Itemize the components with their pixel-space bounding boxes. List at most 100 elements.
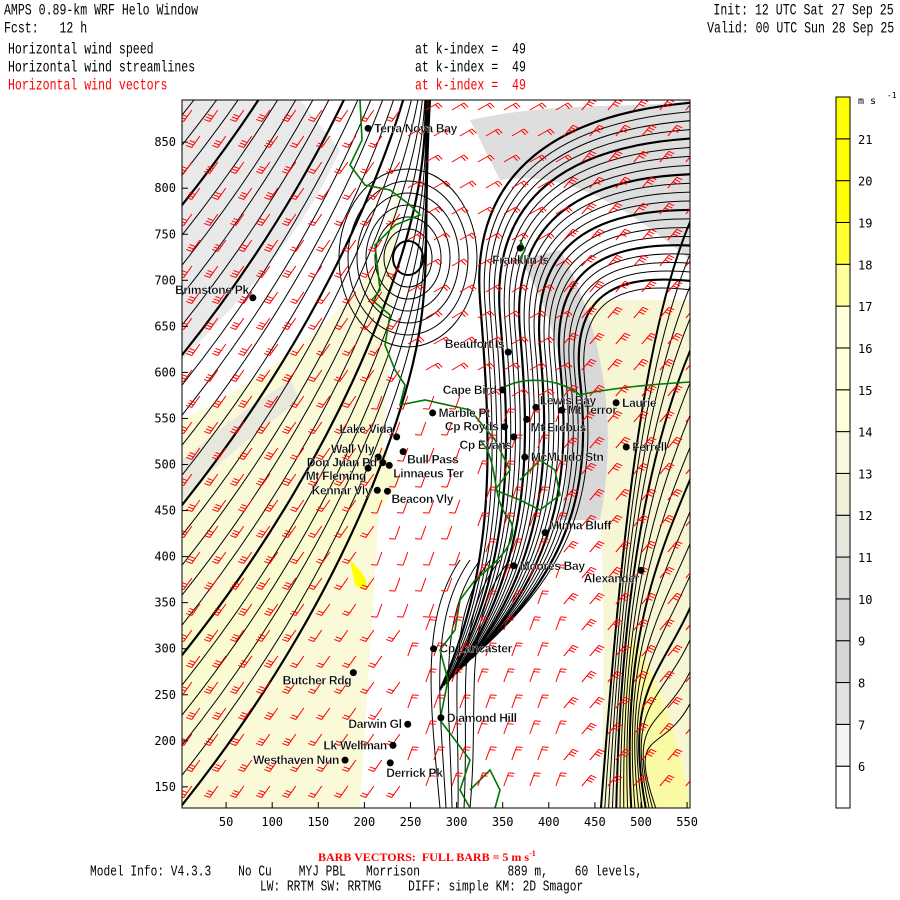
station-marker-icon — [429, 409, 437, 417]
y-tick-label: 650 — [154, 319, 176, 333]
y-tick-label: 400 — [154, 550, 176, 564]
wind-barb — [694, 125, 708, 136]
colorbar-label: 7 — [858, 718, 865, 732]
colorbar-box — [835, 682, 851, 725]
station-label: Marble Pt — [439, 406, 491, 420]
colorbar-box — [835, 556, 851, 600]
wind-barb — [615, 228, 631, 241]
wind-barb — [503, 206, 521, 215]
x-tick-label: 200 — [354, 815, 376, 829]
wind-barb — [451, 258, 469, 267]
wind-barb — [694, 177, 708, 188]
station-label: Laurie — [622, 396, 657, 410]
wind-barb — [360, 785, 375, 798]
x-tick-label: 100 — [261, 815, 283, 829]
station-label: McMurdo Stn — [531, 450, 604, 464]
wind-barb — [451, 362, 469, 371]
colorbar-box — [835, 347, 851, 391]
station-label: Cp Royds — [445, 420, 499, 434]
wind-barb — [694, 281, 708, 292]
x-tick-label: 500 — [630, 815, 652, 829]
streamline — [170, 0, 430, 70]
wind-barb — [334, 161, 349, 174]
station-marker-icon — [612, 399, 620, 407]
station-label: Moores Bay — [520, 559, 586, 573]
barb-legend: BARB VECTORS: FULL BARB = 5 m s-1 — [318, 849, 536, 864]
wind-barb — [397, 603, 409, 618]
wind-barb — [555, 772, 567, 787]
station-label: Terra Nova Bay — [374, 121, 458, 135]
station-marker-icon — [516, 244, 524, 252]
colorbar-box — [835, 723, 851, 767]
y-tick-label: 550 — [154, 411, 176, 425]
wind-barb — [511, 694, 523, 709]
wind-barb — [694, 749, 708, 760]
wind-barb — [694, 489, 708, 500]
wind-barb — [477, 102, 495, 111]
wind-barb — [386, 785, 401, 798]
station-label: Brimstone Pk — [175, 283, 249, 297]
wind-barb — [282, 265, 297, 278]
y-tick-label: 750 — [154, 227, 176, 241]
wind-barb — [423, 551, 435, 566]
wind-barb — [316, 239, 331, 252]
wind-barb — [694, 229, 708, 240]
station-label: Diamond Hill — [447, 711, 517, 725]
wind-barb — [451, 772, 463, 787]
wind-barb — [485, 180, 503, 189]
station: Diamond Hill — [437, 711, 517, 725]
wind-barb — [503, 668, 515, 683]
wind-barb — [581, 722, 597, 735]
wind-barb — [368, 655, 383, 668]
wind-barb — [563, 592, 579, 605]
station-marker-icon — [389, 741, 397, 749]
wind-barb — [459, 180, 477, 189]
wind-barb — [425, 258, 443, 267]
colorbar-label: 9 — [858, 635, 865, 649]
wind-barb — [529, 668, 541, 683]
station-label: Kennar Vly — [312, 483, 372, 497]
colorbar-label: 16 — [858, 342, 872, 356]
wind-barb — [641, 280, 657, 293]
wind-barb — [415, 577, 427, 592]
station: Bull Pass — [399, 448, 460, 467]
station-marker-icon — [523, 415, 531, 423]
wind-barb — [459, 128, 477, 137]
wind-map: Terra Nova Bay Franklin Is Brimstone Pk Bea… — [154, 0, 897, 829]
wind-barb — [537, 694, 549, 709]
station-label: Derrick Pk — [386, 766, 443, 780]
station-label: Beacon Vly — [391, 492, 453, 506]
station-label: Franklin Is — [492, 253, 549, 267]
colorbar-label: 17 — [858, 300, 872, 314]
station-marker-icon — [499, 386, 507, 394]
wind-barb — [451, 102, 469, 111]
station-marker-icon — [249, 294, 257, 302]
wind-barb — [386, 161, 401, 174]
wind-barb — [441, 525, 453, 540]
wind-barb — [581, 618, 597, 631]
colorbar-label: 10 — [858, 593, 872, 607]
streamline-eddy — [365, 204, 451, 312]
wind-barb — [694, 541, 708, 552]
wind-barb — [589, 592, 605, 605]
x-tick-label: 550 — [676, 815, 698, 829]
model-info: Model Info: V4.3.3 No Cu MYJ PBL Morriso… — [90, 865, 643, 881]
wind-barb — [485, 694, 497, 709]
station-marker-icon — [430, 645, 438, 653]
colorbar-label: 12 — [858, 509, 872, 523]
station-marker-icon — [558, 406, 566, 414]
shade-region — [182, 100, 340, 360]
colorbar-box — [835, 263, 851, 307]
station-label: Alexander — [584, 571, 640, 585]
wind-barb — [423, 395, 435, 410]
wind-barb — [589, 644, 605, 657]
x-tick-label: 150 — [307, 815, 329, 829]
station-label: Mt Fleming — [306, 469, 366, 483]
colorbar-box — [835, 431, 851, 474]
station: Cp Lancaster — [430, 642, 513, 656]
station-marker-icon — [510, 562, 518, 570]
station-marker-icon — [393, 433, 401, 441]
wind-barb — [563, 696, 579, 709]
wind-barb — [451, 154, 469, 163]
wind-barb — [186, 395, 201, 408]
